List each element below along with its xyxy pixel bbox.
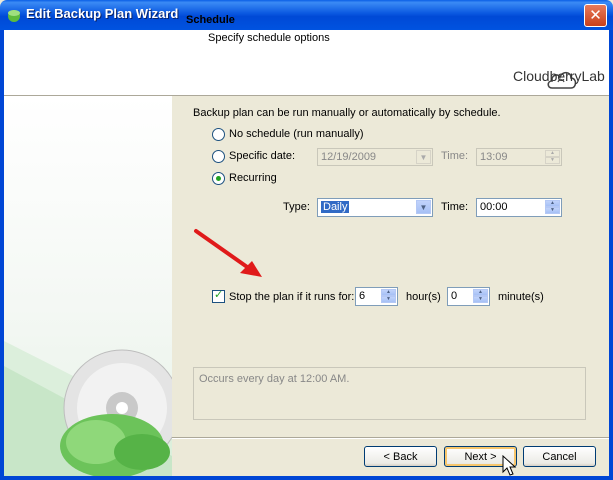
specific-date-value: 12/19/2009 bbox=[321, 151, 377, 163]
recurring-time-field[interactable]: 00:00 ▲ ▼ bbox=[476, 198, 562, 217]
checkmark-icon: ✓ bbox=[214, 288, 224, 301]
specific-date-picker[interactable]: 12/19/2009 ▼ bbox=[317, 148, 433, 166]
chevron-down-icon[interactable]: ▼ bbox=[416, 150, 431, 164]
stop-hours-value[interactable]: 6 bbox=[359, 290, 365, 302]
recurring-time-spinner[interactable]: ▲ ▼ bbox=[545, 200, 560, 214]
spin-down-icon[interactable]: ▼ bbox=[473, 296, 488, 303]
radio-selected-dot bbox=[216, 176, 221, 181]
mouse-pointer-icon bbox=[502, 455, 517, 476]
recurring-time-label: Time: bbox=[441, 201, 469, 213]
stop-minutes-value[interactable]: 0 bbox=[451, 290, 457, 302]
recurring-time-value[interactable]: 00:00 bbox=[480, 201, 508, 213]
red-arrow-icon bbox=[194, 229, 262, 277]
stop-plan-label[interactable]: Stop the plan if it runs for: bbox=[229, 291, 354, 303]
page-title: Schedule bbox=[186, 14, 235, 26]
back-button[interactable]: < Back bbox=[364, 446, 437, 467]
spin-up-icon[interactable]: ▲ bbox=[473, 289, 488, 296]
spin-up-icon[interactable]: ▲ bbox=[545, 200, 560, 207]
no-schedule-radio[interactable] bbox=[212, 128, 225, 141]
specific-time-value: 13:09 bbox=[480, 151, 508, 163]
specific-date-label[interactable]: Specific date: bbox=[229, 150, 295, 162]
spin-down-icon[interactable]: ▼ bbox=[545, 207, 560, 214]
specific-time-field[interactable]: 13:09 ▲ ▼ bbox=[476, 148, 562, 166]
spin-down-icon[interactable]: ▼ bbox=[545, 157, 560, 164]
spin-up-icon[interactable]: ▲ bbox=[545, 150, 560, 157]
type-select-value: Daily bbox=[321, 201, 350, 213]
specific-date-radio[interactable] bbox=[212, 150, 225, 163]
no-schedule-label[interactable]: No schedule (run manually) bbox=[229, 128, 364, 140]
schedule-summary-text: Occurs every day at 12:00 AM. bbox=[199, 373, 350, 385]
specific-time-spinner[interactable]: ▲ ▼ bbox=[545, 150, 560, 164]
spin-down-icon[interactable]: ▼ bbox=[381, 296, 396, 303]
stop-hours-spinner[interactable]: ▲ ▼ bbox=[381, 289, 396, 303]
wizard-sidebar-art bbox=[4, 96, 172, 476]
app-icon bbox=[8, 10, 20, 22]
type-select[interactable]: Daily ▼ bbox=[317, 198, 433, 217]
title-bar[interactable]: Edit Backup Plan Wizard ✕ bbox=[0, 0, 613, 30]
stop-minutes-spinner[interactable]: ▲ ▼ bbox=[473, 289, 488, 303]
type-label: Type: bbox=[283, 201, 310, 213]
window-frame-right bbox=[609, 30, 613, 480]
footer-divider bbox=[172, 437, 609, 439]
stop-hours-stepper[interactable]: 6 ▲ ▼ bbox=[355, 287, 398, 306]
schedule-summary-box: Occurs every day at 12:00 AM. bbox=[193, 367, 586, 420]
wizard-window: Edit Backup Plan Wizard ✕ Schedule Speci… bbox=[0, 0, 613, 480]
backup-disc-icon bbox=[4, 341, 172, 476]
recurring-radio[interactable] bbox=[212, 172, 225, 185]
cancel-button[interactable]: Cancel bbox=[523, 446, 596, 467]
hours-unit-label: hour(s) bbox=[406, 291, 441, 303]
stop-plan-checkbox[interactable]: ✓ bbox=[212, 288, 225, 303]
window-title: Edit Backup Plan Wizard bbox=[26, 6, 179, 21]
specific-time-label: Time: bbox=[441, 150, 469, 162]
brand-name: CloudberryLab bbox=[513, 68, 605, 84]
recurring-label[interactable]: Recurring bbox=[229, 172, 277, 184]
stop-minutes-stepper[interactable]: 0 ▲ ▼ bbox=[447, 287, 490, 306]
chevron-down-icon[interactable]: ▼ bbox=[416, 200, 431, 214]
window-frame-bottom bbox=[0, 476, 613, 480]
schedule-intro-text: Backup plan can be run manually or autom… bbox=[193, 107, 501, 119]
spin-up-icon[interactable]: ▲ bbox=[381, 289, 396, 296]
close-icon: ✕ bbox=[589, 6, 602, 24]
page-subtitle: Specify schedule options bbox=[208, 32, 330, 44]
minutes-unit-label: minute(s) bbox=[498, 291, 544, 303]
close-button[interactable]: ✕ bbox=[584, 4, 607, 27]
